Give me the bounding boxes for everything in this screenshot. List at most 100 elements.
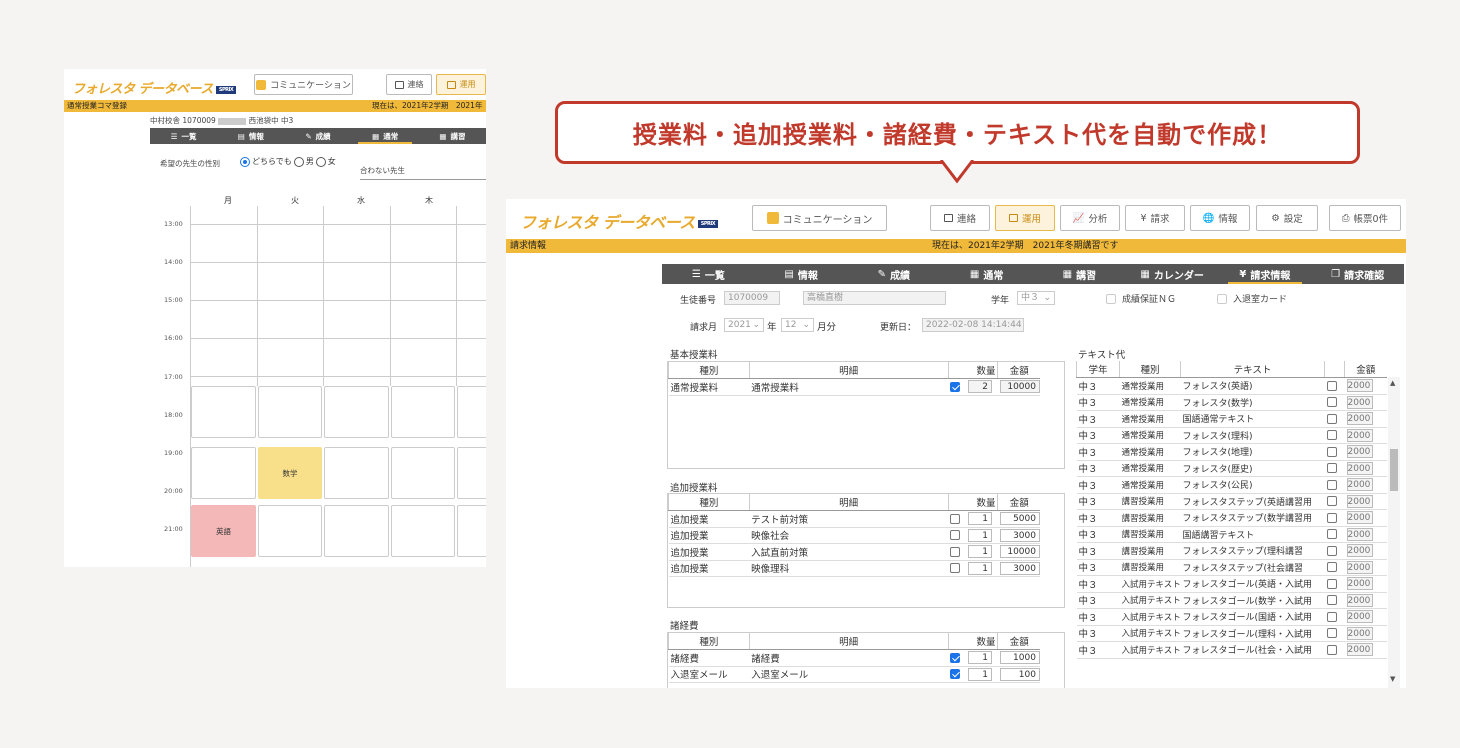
amount-field[interactable]: 2000: [1346, 593, 1373, 607]
row-checkbox[interactable]: [950, 652, 961, 663]
slot-tue-20[interactable]: [258, 505, 322, 557]
slot-mon-20-english[interactable]: 英語: [191, 505, 256, 557]
row-checkbox[interactable]: [1326, 529, 1337, 540]
year-select[interactable]: 2021 ⌄: [724, 318, 764, 332]
row-checkbox[interactable]: [1326, 611, 1337, 622]
slot-fri-20[interactable]: [457, 505, 486, 557]
amount-field[interactable]: 2000: [1346, 643, 1373, 657]
scroll-thumb[interactable]: [1390, 449, 1398, 491]
slot-thu-19[interactable]: [391, 447, 455, 499]
qty-field[interactable]: 1: [968, 561, 993, 575]
amount-field[interactable]: 2000: [1346, 511, 1373, 525]
left-tab-regular[interactable]: ▦ 通常: [352, 128, 419, 144]
slot-mon-18[interactable]: [191, 386, 256, 438]
tab-list[interactable]: ☰ 一覧: [662, 264, 755, 284]
radio-male[interactable]: [293, 156, 304, 167]
settings-button[interactable]: ⚙ 設定: [1256, 205, 1318, 231]
row-checkbox[interactable]: [950, 546, 961, 557]
amount-field[interactable]: 2000: [1346, 577, 1373, 591]
tab-regular[interactable]: ▦ 通常: [940, 264, 1033, 284]
row-checkbox[interactable]: [1326, 380, 1337, 391]
radio-female[interactable]: [315, 156, 326, 167]
row-checkbox[interactable]: [950, 530, 961, 541]
left-ops-button[interactable]: 運用: [436, 74, 486, 95]
slot-wed-20[interactable]: [324, 505, 389, 557]
amount-field[interactable]: 2000: [1346, 395, 1373, 409]
amount-field[interactable]: 2000: [1346, 428, 1373, 442]
qty-field[interactable]: 1: [968, 667, 993, 681]
tab-info[interactable]: ▤ 情報: [755, 264, 848, 284]
radio-any[interactable]: [240, 156, 250, 167]
amount-field[interactable]: 2000: [1346, 527, 1373, 541]
amount-field[interactable]: 2000: [1346, 494, 1373, 508]
slot-thu-18[interactable]: [391, 386, 455, 438]
slot-wed-18[interactable]: [324, 386, 389, 438]
row-checkbox[interactable]: [1326, 545, 1337, 556]
qty-field[interactable]: 2: [968, 380, 993, 394]
forms-button[interactable]: ⎙ 帳票0件: [1329, 205, 1401, 231]
left-communication-button[interactable]: コミュニケーション: [254, 74, 353, 95]
left-tab-course[interactable]: ▦ 講習: [419, 128, 486, 144]
ops-button[interactable]: 運用: [995, 205, 1055, 231]
row-checkbox[interactable]: [1326, 463, 1337, 474]
amount-field[interactable]: 2000: [1346, 445, 1373, 459]
slot-tue-18[interactable]: [258, 386, 322, 438]
slot-wed-19[interactable]: [324, 447, 389, 499]
left-tab-list[interactable]: ☰ 一覧: [150, 128, 217, 144]
slot-tue-19-math[interactable]: 数学: [258, 447, 322, 499]
amount-field[interactable]: 2000: [1346, 560, 1373, 574]
month-select[interactable]: 12 ⌄: [781, 318, 814, 332]
left-ng-teacher-field[interactable]: 合わない先生: [360, 165, 486, 180]
slot-thu-20[interactable]: [391, 505, 455, 557]
grade-select[interactable]: 中３ ⌄: [1017, 291, 1055, 305]
tab-grades[interactable]: ✎ 成績: [848, 264, 941, 284]
row-checkbox[interactable]: [1326, 446, 1337, 457]
row-checkbox[interactable]: [950, 669, 961, 680]
amount-field[interactable]: 3000: [999, 561, 1040, 575]
row-checkbox[interactable]: [1326, 628, 1337, 639]
amount-field[interactable]: 10000: [999, 380, 1040, 394]
amount-field[interactable]: 2000: [1346, 379, 1373, 393]
row-checkbox[interactable]: [950, 381, 961, 392]
qty-field[interactable]: 1: [968, 651, 993, 665]
left-contact-button[interactable]: 連絡: [386, 74, 432, 95]
row-checkbox[interactable]: [950, 513, 961, 524]
tab-billing-check[interactable]: ❐ 請求確認: [1311, 264, 1404, 284]
analysis-button[interactable]: 📈 分析: [1060, 205, 1120, 231]
scroll-down-arrow[interactable]: ▼: [1390, 675, 1395, 683]
right-communication-button[interactable]: コミュニケーション: [752, 205, 887, 231]
row-checkbox[interactable]: [950, 563, 961, 574]
slot-mon-19[interactable]: [191, 447, 256, 499]
row-checkbox[interactable]: [1326, 595, 1337, 606]
amount-field[interactable]: 2000: [1346, 478, 1373, 492]
amount-field[interactable]: 2000: [1346, 412, 1373, 426]
row-checkbox[interactable]: [1326, 397, 1337, 408]
tab-billing-info[interactable]: ¥ 請求情報: [1219, 264, 1312, 284]
row-checkbox[interactable]: [1326, 430, 1337, 441]
slot-fri-18[interactable]: [457, 386, 486, 438]
billing-button[interactable]: ¥ 請求: [1125, 205, 1185, 231]
left-tab-info[interactable]: ▤ 情報: [217, 128, 284, 144]
amount-field[interactable]: 2000: [1346, 461, 1373, 475]
amount-field[interactable]: 1000: [999, 651, 1040, 665]
qty-field[interactable]: 1: [968, 545, 993, 559]
grade-ng-checkbox[interactable]: [1106, 293, 1116, 304]
row-checkbox[interactable]: [1326, 578, 1337, 589]
qty-field[interactable]: 1: [968, 528, 993, 542]
row-checkbox[interactable]: [1326, 413, 1337, 424]
row-checkbox[interactable]: [1326, 479, 1337, 490]
amount-field[interactable]: 5000: [999, 512, 1040, 526]
info-button[interactable]: 🌐 情報: [1190, 205, 1250, 231]
row-checkbox[interactable]: [1326, 512, 1337, 523]
tab-course[interactable]: ▦ 講習: [1033, 264, 1126, 284]
tab-calendar[interactable]: ▦ カレンダー: [1126, 264, 1219, 284]
amount-field[interactable]: 2000: [1346, 626, 1373, 640]
entry-card-checkbox[interactable]: [1217, 293, 1227, 304]
left-tab-grades[interactable]: ✎ 成績: [284, 128, 351, 144]
row-checkbox[interactable]: [1326, 644, 1337, 655]
contact-button[interactable]: 連絡: [930, 205, 990, 231]
text-scrollbar[interactable]: ▲ ▼: [1388, 377, 1400, 688]
row-checkbox[interactable]: [1326, 562, 1337, 573]
amount-field[interactable]: 3000: [999, 528, 1040, 542]
amount-field[interactable]: 100: [999, 667, 1040, 681]
